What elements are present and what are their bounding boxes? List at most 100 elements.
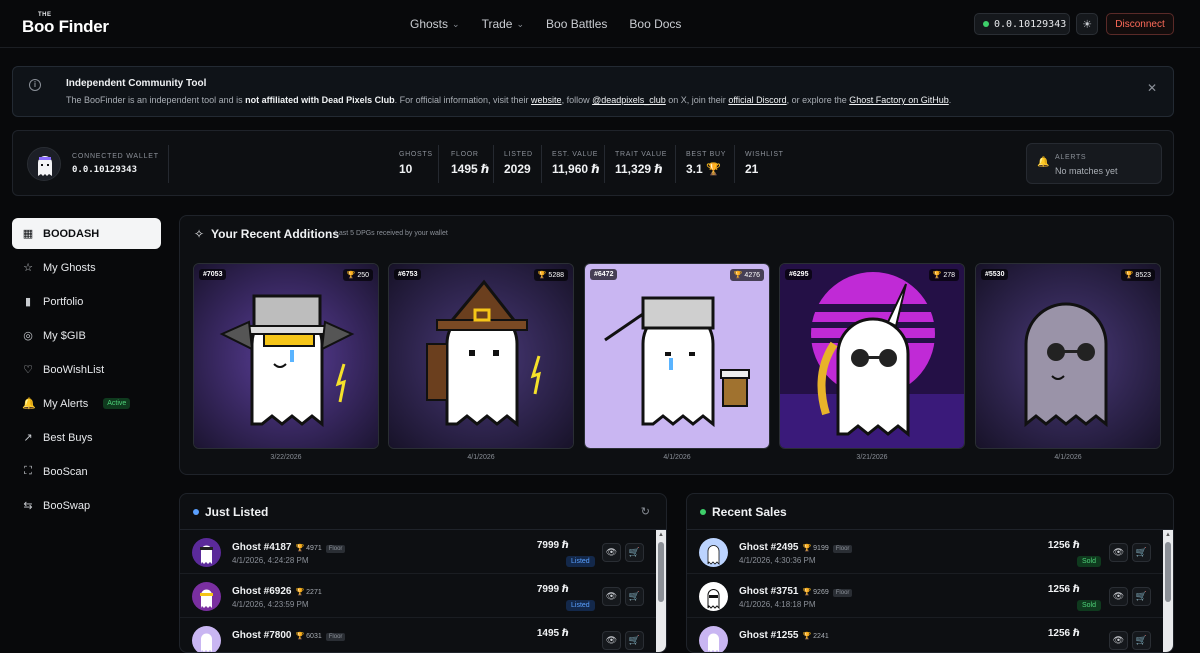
rank-badge: 🏆 2271 xyxy=(295,589,322,596)
buy-button[interactable]: 🛒 xyxy=(625,543,644,562)
notice-text: on X, join their xyxy=(665,95,729,105)
table-row[interactable]: Ghost #4187 🏆 4971 Floor 4/1/2026, 4:24:28… xyxy=(180,531,666,574)
eye-icon: 👁 xyxy=(605,547,618,557)
stat-ghosts: GHOSTS 10 xyxy=(399,151,433,176)
ghost-card[interactable]: #6753 🏆 5288 xyxy=(388,263,574,449)
table-row[interactable]: Ghost #6926 🏆 2271 4/1/2026, 4:23:59 PM 7… xyxy=(180,575,666,618)
nav-boo-battles-label: Boo Battles xyxy=(546,17,608,31)
view-button[interactable]: 👁 xyxy=(602,587,621,606)
status-badge: Sold xyxy=(1077,556,1102,567)
nav-trade[interactable]: Trade ⌄ xyxy=(482,17,524,31)
ghost-card[interactable]: #5530 🏆 8523 xyxy=(975,263,1161,449)
table-row[interactable]: Ghost #3751 🏆 9269 Floor 4/1/2026, 4:18:18… xyxy=(687,575,1173,618)
sidebar-item-boodash[interactable]: ▦ BOODASH xyxy=(12,218,161,249)
eye-icon: 👁 xyxy=(1112,635,1125,645)
recent-additions-title: Your Recent Additions xyxy=(211,227,340,241)
view-button[interactable]: 👁 xyxy=(1109,587,1128,606)
wallet-pill[interactable]: 0.0.10129343 xyxy=(974,13,1070,35)
cart-icon: 🛒 xyxy=(1135,591,1148,601)
nav-ghosts[interactable]: Ghosts ⌄ xyxy=(410,17,460,31)
buy-button[interactable]: 🛒 xyxy=(1132,587,1151,606)
scrollbar-thumb[interactable] xyxy=(658,542,664,602)
logo[interactable]: THE Boo Finder xyxy=(22,12,109,35)
rank-value: 250 xyxy=(357,272,369,279)
floor-tag: Floor xyxy=(325,545,346,553)
buy-button[interactable]: 🛒 xyxy=(625,631,644,650)
trending-icon: ↗ xyxy=(23,432,33,444)
close-icon[interactable]: ✕ xyxy=(1147,81,1157,95)
sale-time: 4/1/2026, 4:30:36 PM xyxy=(739,556,816,565)
cart-icon: 🛒 xyxy=(628,591,641,601)
table-row[interactable]: Ghost #7800 🏆 6031 Floor 1495 ℏ 👁 🛒 xyxy=(180,619,666,652)
scroll-up-icon[interactable]: ▲ xyxy=(1163,532,1173,538)
scrollbar[interactable]: ▲ xyxy=(656,530,666,652)
sidebar-item-my-alerts[interactable]: 🔔 My Alerts Active xyxy=(12,388,161,419)
sidebar-item-portfolio[interactable]: ▮ Portfolio xyxy=(12,286,161,317)
eye-icon: 👁 xyxy=(605,591,618,601)
sidebar-item-boowishlist[interactable]: ♡ BooWishList xyxy=(12,354,161,385)
info-icon: i xyxy=(29,79,41,91)
sidebar-item-best-buys[interactable]: ↗ Best Buys xyxy=(12,422,161,453)
sidebar-item-booscan[interactable]: ⛶ BooScan xyxy=(12,456,161,487)
disconnect-button[interactable]: Disconnect xyxy=(1106,13,1174,35)
discord-link[interactable]: official Discord xyxy=(728,95,786,105)
ghost-card[interactable]: #6295 🏆 278 xyxy=(779,263,965,449)
buy-button[interactable]: 🛒 xyxy=(625,587,644,606)
scroll-up-icon[interactable]: ▲ xyxy=(656,532,666,538)
main-nav: Ghosts ⌄ Trade ⌄ Boo Battles Boo Docs xyxy=(410,0,703,48)
buy-button[interactable]: 🛒 xyxy=(1132,543,1151,562)
ghost-name-text: Ghost #2495 xyxy=(739,542,799,553)
rank-value: 2241 xyxy=(813,633,829,640)
website-link[interactable]: website xyxy=(531,95,562,105)
sidebar-item-my-ghosts[interactable]: ☆ My Ghosts xyxy=(12,252,161,283)
wallet-address: 0.0.10129343 xyxy=(994,18,1067,30)
wallet-stats-bar: CONNECTED WALLET 0.0.10129343 GHOSTS 10 F… xyxy=(12,130,1174,196)
refresh-icon[interactable]: ↻ xyxy=(641,505,650,518)
x-link[interactable]: @deadpixels_club xyxy=(592,95,666,105)
ghost-name: Ghost #3751 🏆 9269 Floor xyxy=(739,586,853,597)
divider xyxy=(438,145,439,183)
nav-boo-docs[interactable]: Boo Docs xyxy=(629,17,681,31)
ghost-thumbnail xyxy=(699,538,728,567)
ghost-name-text: Ghost #7800 xyxy=(232,630,292,641)
rank-badge: 🏆 250 xyxy=(342,269,373,281)
rank-badge: 🏆 9269 xyxy=(802,589,829,596)
view-button[interactable]: 👁 xyxy=(602,543,621,562)
sidebar-item-booswap[interactable]: ⇆ BooSwap xyxy=(12,490,161,521)
scrollbar[interactable]: ▲ xyxy=(1163,530,1173,652)
ghost-name-text: Ghost #1255 xyxy=(739,630,799,641)
alerts-box[interactable]: 🔔 ALERTS No matches yet xyxy=(1026,143,1162,184)
divider xyxy=(734,145,735,183)
view-button[interactable]: 👁 xyxy=(1109,543,1128,562)
stat-label: LISTED xyxy=(504,151,533,158)
view-button[interactable]: 👁 xyxy=(1109,631,1128,650)
logo-name: Boo Finder xyxy=(22,17,109,36)
notice-text: , or explore the xyxy=(786,95,850,105)
sidebar-item-my-gib[interactable]: ◎ My $GIB xyxy=(12,320,161,351)
rank-value: 9199 xyxy=(813,545,829,552)
divider xyxy=(493,145,494,183)
grid-icon: ▦ xyxy=(22,228,34,240)
bell-icon: 🔔 xyxy=(1037,157,1050,168)
coin-icon: ◎ xyxy=(23,330,33,342)
divider xyxy=(675,145,676,183)
ghost-card[interactable]: #6472 🏆 4276 xyxy=(584,263,770,449)
view-button[interactable]: 👁 xyxy=(602,631,621,650)
star-icon: ☆ xyxy=(23,262,33,274)
ghost-card[interactable]: #7053 🏆 250 xyxy=(193,263,379,449)
scrollbar-thumb[interactable] xyxy=(1165,542,1171,602)
ghost-number: #6295 xyxy=(785,269,813,280)
nav-boo-battles[interactable]: Boo Battles xyxy=(546,17,607,31)
stat-label: BEST BUY xyxy=(686,151,727,158)
ghost-image xyxy=(585,264,769,448)
buy-button[interactable]: 🛒 xyxy=(1132,631,1151,650)
table-row[interactable]: Ghost #1255 🏆 2241 1256 ℏ 👁 🛒 xyxy=(687,619,1173,652)
theme-toggle-button[interactable]: ☀ xyxy=(1076,13,1098,35)
stat-value: 21 xyxy=(745,162,759,176)
sale-time: 4/1/2026, 4:18:18 PM xyxy=(739,600,816,609)
sidebar-item-label: Portfolio xyxy=(43,295,84,308)
card-date: 3/21/2026 xyxy=(856,454,888,461)
github-link[interactable]: Ghost Factory on GitHub xyxy=(849,95,949,105)
table-row[interactable]: Ghost #2495 🏆 9199 Floor 4/1/2026, 4:30:36… xyxy=(687,531,1173,574)
sidebar-item-label: BooWishList xyxy=(43,363,105,376)
